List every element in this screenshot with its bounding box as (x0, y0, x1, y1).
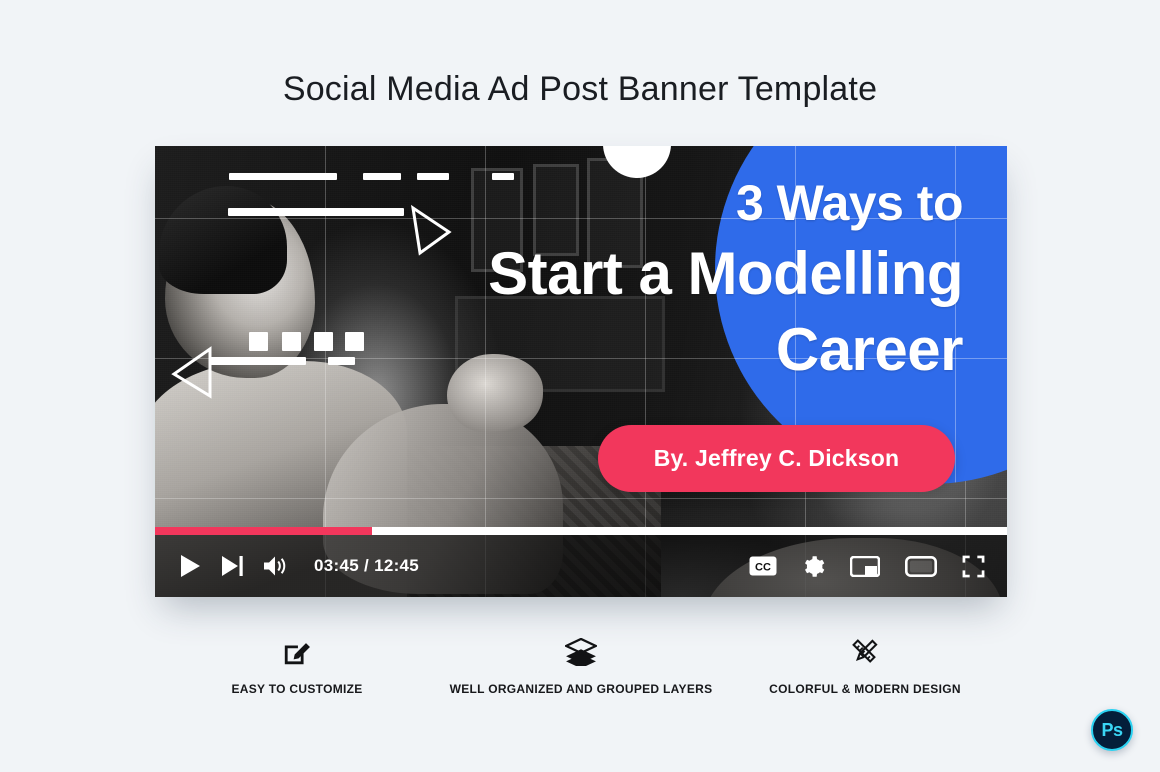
volume-icon[interactable] (263, 554, 291, 578)
square-decoration (249, 332, 268, 351)
person-hair (159, 186, 287, 294)
layers-icon (565, 632, 597, 672)
progress-bar-fill (155, 527, 373, 535)
cc-icon[interactable]: CC (749, 556, 777, 576)
play-icon[interactable] (179, 554, 201, 578)
total-time: 12:45 (374, 556, 420, 575)
feature-item: EASY TO CUSTOMIZE (155, 632, 439, 697)
current-time: 03:45 (314, 556, 359, 575)
rule-decoration (228, 208, 404, 216)
feature-list: EASY TO CUSTOMIZE WELL ORGANIZED AND GRO… (155, 632, 1007, 697)
headline-line-3: Career (775, 316, 964, 383)
time-separator: / (364, 556, 370, 575)
rule-decoration (328, 357, 355, 365)
dash-decoration (229, 173, 337, 180)
photoshop-badge-label: Ps (1101, 719, 1123, 740)
feature-label: WELL ORGANIZED AND GROUPED LAYERS (449, 682, 713, 696)
square-decoration (282, 332, 301, 351)
triangle-outline-left-icon (171, 346, 212, 399)
time-display: 03:45 / 12:45 (314, 556, 419, 576)
gear-icon[interactable] (802, 555, 825, 578)
player-control-bar: 03:45 / 12:45 CC (155, 527, 1007, 597)
rule-decoration (210, 357, 306, 365)
headline-line-2: Start a Modelling (488, 240, 963, 307)
player-controls-right: CC (749, 535, 985, 597)
next-track-icon[interactable] (220, 554, 244, 578)
fullscreen-icon[interactable] (962, 555, 985, 578)
video-player: 3 Ways to Start a Modelling Career By. J… (155, 146, 1007, 597)
player-controls-left: 03:45 / 12:45 (179, 535, 419, 597)
square-decoration (314, 332, 333, 351)
headline-line-1: 3 Ways to (735, 175, 964, 231)
theater-mode-icon[interactable] (905, 555, 937, 577)
photoshop-badge: Ps (1091, 709, 1133, 751)
feature-item: COLORFUL & MODERN DESIGN (723, 632, 1007, 697)
page-title: Social Media Ad Post Banner Template (282, 70, 878, 108)
edit-pencil-icon (282, 632, 312, 672)
feature-label: COLORFUL & MODERN DESIGN (769, 682, 961, 696)
svg-text:CC: CC (755, 562, 771, 574)
video-banner-preview: 3 Ways to Start a Modelling Career By. J… (155, 146, 1007, 597)
miniplayer-icon[interactable] (850, 555, 880, 577)
feature-label: EASY TO CUSTOMIZE (231, 682, 363, 696)
feature-item: WELL ORGANIZED AND GROUPED LAYERS (439, 632, 723, 697)
dash-decoration (417, 173, 449, 180)
dash-decoration (363, 173, 401, 180)
banner-headline: 3 Ways to Start a Modelling Career (455, 178, 985, 380)
author-pill[interactable]: By. Jeffrey C. Dickson (598, 425, 955, 492)
author-label: By. Jeffrey C. Dickson (653, 445, 900, 471)
triangle-outline-right-icon (410, 204, 452, 256)
progress-bar[interactable] (155, 527, 1007, 535)
ruler-pencil-icon (850, 632, 880, 672)
square-decoration (345, 332, 364, 351)
